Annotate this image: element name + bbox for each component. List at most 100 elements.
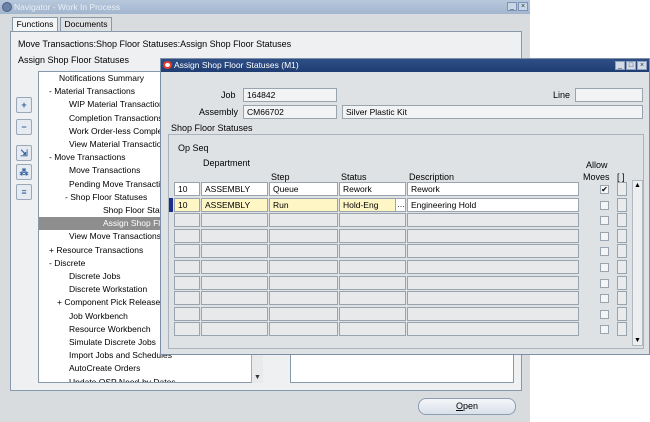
open-button[interactable]: Open	[418, 398, 516, 415]
step-cell[interactable]	[269, 228, 338, 243]
assembly-description-field[interactable]: Silver Plastic Kit	[342, 105, 643, 119]
tree-item[interactable]: AutoCreate Orders	[39, 362, 140, 375]
status-cell[interactable]	[339, 322, 406, 337]
tree-item[interactable]: Job Workbench	[39, 310, 128, 323]
expand-all-icon[interactable]: ⁂	[16, 164, 32, 180]
department-cell[interactable]	[201, 213, 268, 228]
op-seq-cell[interactable]: 10	[174, 182, 200, 196]
step-cell[interactable]	[269, 244, 338, 259]
row-select-box[interactable]	[617, 244, 627, 259]
dialog-title-bar[interactable]: Assign Shop Floor Statuses (M1) _ □ ×	[161, 59, 649, 72]
scroll-down-icon[interactable]: ▼	[634, 337, 641, 344]
description-cell[interactable]: Rework	[407, 182, 579, 196]
collapse-icon[interactable]: −	[16, 119, 32, 135]
description-cell[interactable]	[407, 260, 579, 274]
allow-moves-checkbox[interactable]	[600, 309, 609, 319]
tree-item[interactable]: Notifications Summary	[39, 72, 144, 85]
department-cell[interactable]	[201, 275, 268, 290]
status-cell[interactable]	[339, 291, 406, 306]
tree-item[interactable]: Completion Transactions	[39, 112, 163, 125]
tree-item[interactable]: View Material Transactions	[39, 138, 170, 151]
op-seq-cell[interactable]: 10	[174, 197, 200, 212]
op-seq-cell[interactable]	[174, 275, 200, 290]
allow-moves-checkbox[interactable]: ✔	[600, 185, 609, 194]
allow-moves-checkbox[interactable]	[600, 200, 609, 210]
assembly-field[interactable]: CM66702	[243, 105, 337, 119]
row-select-box[interactable]	[617, 291, 627, 306]
op-seq-cell[interactable]	[174, 244, 200, 259]
step-cell[interactable]	[269, 275, 338, 290]
step-cell[interactable]: Queue	[269, 182, 338, 196]
department-cell[interactable]	[201, 260, 268, 274]
allow-moves-checkbox[interactable]	[600, 263, 609, 272]
department-cell[interactable]	[201, 228, 268, 243]
description-cell[interactable]	[407, 213, 579, 228]
tree-item[interactable]: WIP Material Transactions	[39, 98, 168, 111]
step-cell[interactable]	[269, 306, 338, 321]
step-cell[interactable]	[269, 322, 338, 337]
tree-item[interactable]: - Discrete	[39, 257, 85, 270]
expand-icon[interactable]: +	[16, 97, 32, 113]
status-cell[interactable]	[339, 228, 406, 243]
status-cell[interactable]	[339, 244, 406, 259]
row-select-box[interactable]	[617, 306, 627, 321]
status-cell[interactable]: Rework	[339, 182, 406, 196]
tree-item[interactable]: Discrete Workstation	[39, 283, 147, 296]
allow-moves-checkbox[interactable]	[600, 294, 609, 304]
allow-moves-checkbox[interactable]	[600, 247, 609, 257]
list-of-values-icon[interactable]: …	[395, 197, 406, 212]
scroll-up-icon[interactable]: ▲	[634, 182, 641, 189]
department-cell[interactable]	[201, 306, 268, 321]
op-seq-cell[interactable]	[174, 213, 200, 228]
tree-item[interactable]: Import Jobs and Schedules	[39, 349, 172, 362]
row-select-box[interactable]	[617, 322, 627, 337]
op-seq-cell[interactable]	[174, 306, 200, 321]
description-cell[interactable]	[407, 244, 579, 259]
tree-item[interactable]: Simulate Discrete Jobs	[39, 336, 156, 349]
department-cell[interactable]	[201, 244, 268, 259]
tree-item[interactable]: + Component Pick Release	[39, 296, 160, 309]
grid-scrollbar[interactable]: ▲ ▼	[632, 180, 643, 346]
close-icon[interactable]: ×	[518, 2, 528, 11]
status-cell[interactable]	[339, 213, 406, 228]
expand-branch-icon[interactable]: ⇲	[16, 145, 32, 161]
status-cell[interactable]	[339, 306, 406, 321]
op-seq-cell[interactable]	[174, 228, 200, 243]
row-select-box[interactable]	[617, 228, 627, 243]
tree-item[interactable]: - Shop Floor Statuses	[39, 191, 147, 204]
op-seq-cell[interactable]	[174, 322, 200, 337]
tree-item[interactable]: Update OSP Need-by Dates	[39, 376, 176, 382]
department-cell[interactable]: ASSEMBLY	[201, 182, 268, 196]
scroll-down-icon[interactable]: ▼	[254, 374, 261, 381]
description-cell[interactable]	[407, 275, 579, 290]
allow-moves-checkbox[interactable]	[600, 278, 609, 288]
description-cell[interactable]	[407, 306, 579, 321]
step-cell[interactable]: Run	[269, 197, 338, 212]
allow-moves-checkbox[interactable]	[600, 231, 609, 241]
tree-item[interactable]: Shop Floor Statuses	[39, 204, 180, 217]
step-cell[interactable]	[269, 213, 338, 228]
close-icon[interactable]: ×	[637, 61, 647, 70]
department-cell[interactable]	[201, 291, 268, 306]
tree-item[interactable]: Work Order-less Completion	[39, 125, 176, 138]
tab-functions[interactable]: Functions	[12, 17, 58, 32]
job-field[interactable]: 164842	[243, 88, 337, 102]
row-select-box[interactable]	[617, 260, 627, 274]
allow-moves-checkbox[interactable]	[600, 325, 609, 335]
row-select-box[interactable]	[617, 275, 627, 290]
row-select-box[interactable]	[617, 213, 627, 228]
op-seq-cell[interactable]	[174, 291, 200, 306]
step-cell[interactable]	[269, 291, 338, 306]
description-cell[interactable]: Engineering Hold	[407, 197, 579, 212]
tree-item[interactable]: + Resource Transactions	[39, 244, 143, 257]
department-cell[interactable]	[201, 322, 268, 337]
line-field[interactable]	[575, 88, 643, 102]
maximize-icon[interactable]: □	[626, 61, 636, 70]
tree-item[interactable]: Discrete Jobs	[39, 270, 121, 283]
status-cell[interactable]	[339, 275, 406, 290]
tree-item[interactable]: Resource Workbench	[39, 323, 151, 336]
row-select-box[interactable]	[617, 197, 627, 212]
tab-documents[interactable]: Documents	[60, 17, 112, 32]
tree-item[interactable]: Move Transactions	[39, 164, 140, 177]
description-cell[interactable]	[407, 228, 579, 243]
